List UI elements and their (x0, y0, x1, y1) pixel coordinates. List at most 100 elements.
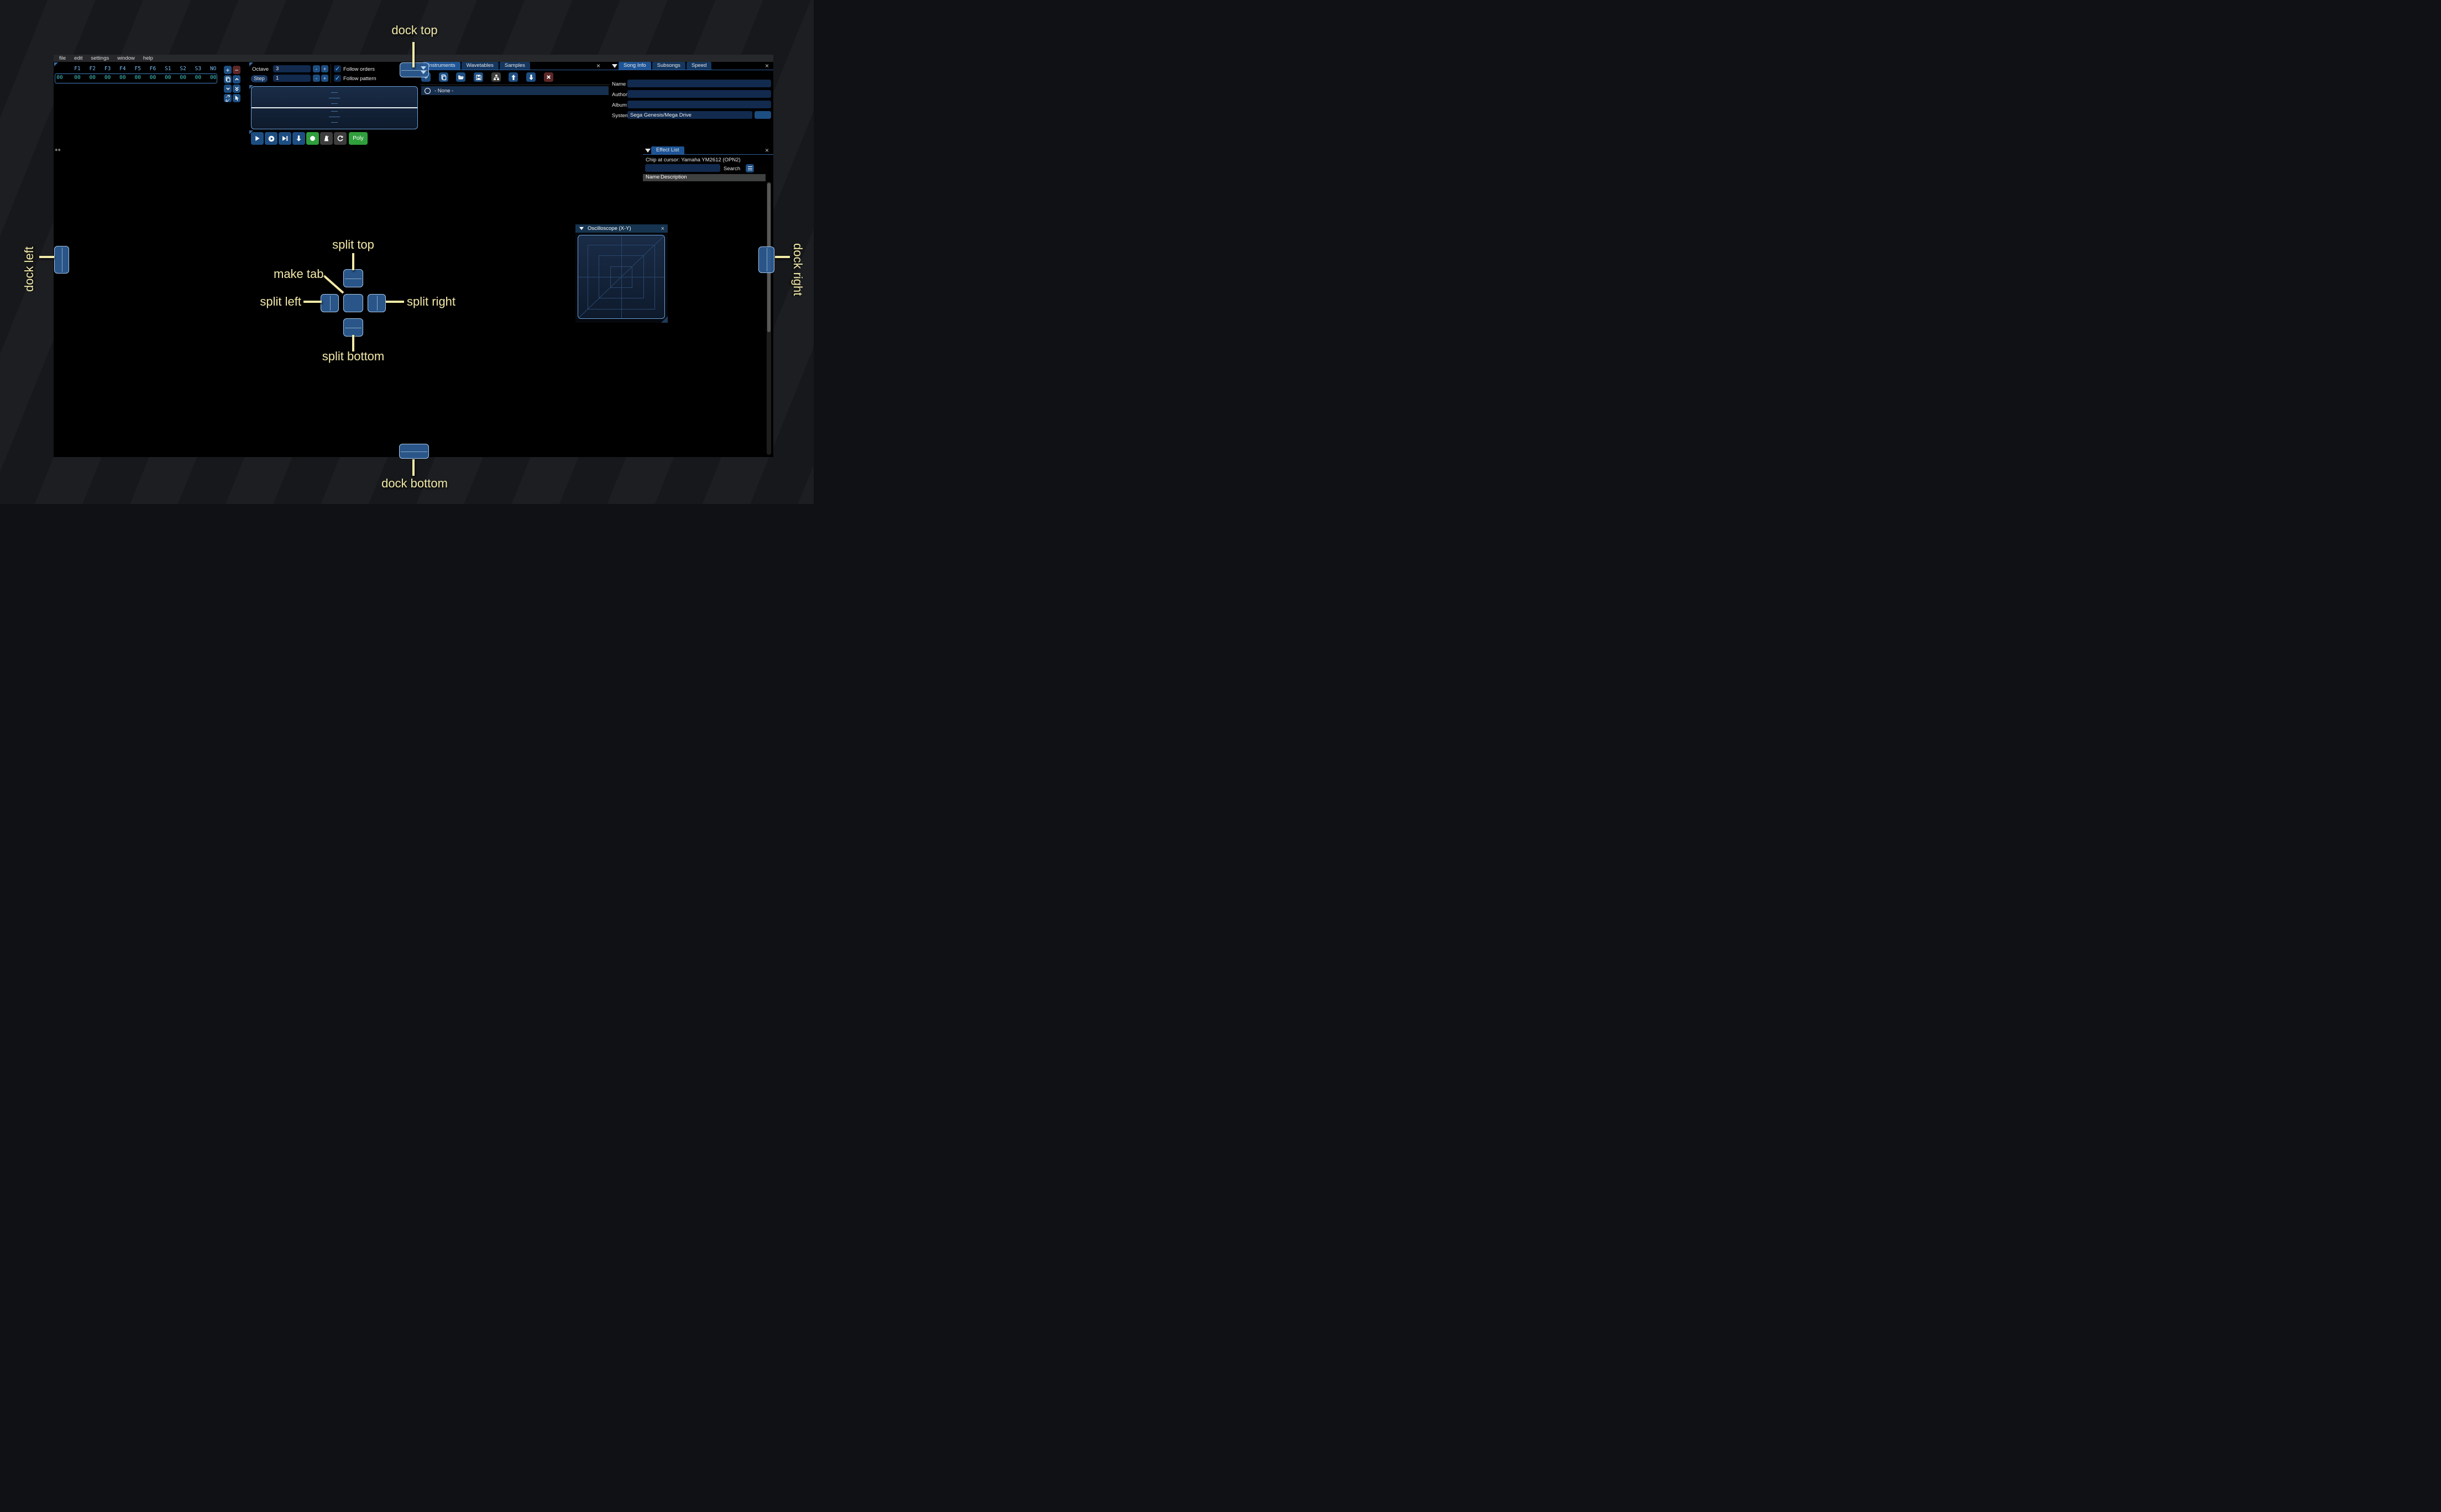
order-to-bottom-button[interactable] (233, 85, 240, 93)
octave-decrement-button[interactable]: - (313, 65, 320, 72)
tab-song-info[interactable]: Song Info (619, 62, 651, 70)
step-label[interactable]: Step (251, 75, 268, 82)
open-instrument-button[interactable] (456, 72, 465, 82)
step-decrement-button[interactable]: - (313, 75, 320, 82)
main-oscilloscope[interactable] (251, 86, 418, 129)
play-circle-icon (268, 135, 275, 143)
play-button[interactable] (251, 132, 264, 145)
instrument-list-item[interactable]: - None - (421, 86, 609, 95)
close-instruments-panel-button[interactable]: × (596, 62, 600, 69)
orders-column-NO: NO (209, 66, 217, 72)
close-effect-list-panel-button[interactable]: × (765, 147, 769, 154)
step-one-row-button[interactable] (292, 132, 305, 145)
edit-controls-panel: Octave 3 - + ✓ Follow orders Step 1 - + … (249, 62, 420, 146)
orders-column-F1: F1 (74, 66, 81, 72)
repeat-pattern-button[interactable] (334, 132, 347, 145)
tab-speed[interactable]: Speed (686, 62, 712, 70)
effect-list-menu-button[interactable] (746, 164, 754, 172)
tab-subsongs[interactable]: Subsongs (652, 62, 685, 70)
resize-grip[interactable] (661, 316, 668, 323)
menu-item-edit[interactable]: edit (74, 55, 82, 61)
menu-item-window[interactable]: window (117, 55, 135, 61)
arrow-down-icon (528, 74, 535, 81)
arrow-up-icon (510, 74, 517, 81)
play-from-cursor-button[interactable] (279, 132, 291, 145)
chip-at-cursor-text: Chip at cursor: Yamaha YM2612 (OPN2) (646, 157, 741, 163)
tab-wavetables[interactable]: Wavetables (461, 62, 499, 70)
field-label-system: System (612, 113, 630, 119)
collapse-icon[interactable] (579, 227, 584, 230)
tree-icon (493, 74, 500, 81)
effect-list-tab-bar: Effect List (651, 146, 684, 154)
annotation-line-dock-right (775, 256, 790, 258)
move-instrument-up-button[interactable] (509, 72, 518, 82)
close-oscilloscope-xy-button[interactable]: × (661, 225, 664, 232)
desktop-background: file edit settings window help F1 F2 F3 F4 F5 F6 S… (0, 0, 814, 504)
delete-instrument-button[interactable] (544, 72, 553, 82)
tab-effect-list[interactable]: Effect List (651, 146, 684, 154)
field-input-name[interactable] (627, 80, 771, 87)
effect-table-header[interactable]: Name Description (643, 174, 766, 181)
make-tab-target[interactable] (343, 294, 363, 312)
collapse-icon[interactable] (612, 64, 617, 68)
auto-system-button[interactable] (755, 111, 771, 119)
copy-icon (441, 74, 447, 81)
split-target-right[interactable] (368, 294, 386, 312)
duplicate-order-button[interactable] (224, 75, 232, 83)
order-selection-border (55, 74, 217, 83)
add-order-button[interactable]: + (224, 66, 232, 74)
menu-item-file[interactable]: file (59, 55, 66, 61)
folder-open-icon (458, 74, 464, 81)
effect-search-input[interactable] (645, 164, 720, 172)
deep-clone-order-button[interactable] (224, 94, 232, 102)
panel-corner-icon[interactable] (54, 62, 58, 66)
split-target-left[interactable] (321, 294, 339, 312)
step-increment-button[interactable]: + (321, 75, 328, 82)
song-info-panel: Song Info Subsongs Speed × Name Author Album… (610, 62, 773, 146)
oscilloscope-xy-titlebar[interactable]: Oscilloscope (X-Y) × (575, 224, 668, 233)
split-target-bottom[interactable] (343, 318, 363, 337)
dock-target-bottom[interactable] (399, 444, 429, 459)
oscilloscope-xy-window[interactable]: Oscilloscope (X-Y) × (575, 224, 668, 323)
remove-order-button[interactable]: − (233, 66, 240, 74)
field-input-album[interactable] (627, 101, 771, 108)
move-order-up-button[interactable] (233, 75, 240, 83)
save-instrument-button[interactable] (474, 72, 483, 82)
dock-target-left[interactable] (54, 246, 69, 274)
label-dock-top: dock top (391, 23, 438, 37)
field-input-system[interactable]: Sega Genesis/Mega Drive (627, 111, 752, 119)
follow-pattern-checkbox[interactable]: ✓ (334, 75, 341, 82)
move-instrument-down-button[interactable] (526, 72, 536, 82)
orders-column-S1: S1 (165, 66, 171, 72)
floppy-disk-icon (475, 74, 482, 81)
step-input[interactable]: 1 (273, 75, 311, 82)
label-dock-left: dock left (22, 246, 36, 292)
effect-list-scrollbar[interactable] (767, 182, 771, 455)
poly-mono-toggle-button[interactable]: Poly (349, 132, 368, 145)
play-pattern-button[interactable] (265, 132, 277, 145)
octave-increment-button[interactable]: + (321, 65, 328, 72)
panel-corner-icon[interactable] (249, 62, 253, 66)
move-order-down-button[interactable] (224, 85, 232, 93)
octave-input[interactable]: 3 (273, 65, 311, 72)
instrument-dir-tree-button[interactable] (491, 72, 501, 82)
hamburger-icon (747, 166, 752, 171)
menu-item-help[interactable]: help (143, 55, 153, 61)
duplicate-instrument-button[interactable] (439, 72, 448, 82)
annotation-line-split-top (352, 253, 354, 270)
collapse-icon[interactable] (645, 149, 651, 153)
annotation-line-split-left (303, 301, 322, 303)
metronome-button[interactable] (320, 132, 333, 145)
close-song-info-panel-button[interactable]: × (765, 62, 769, 69)
edit-record-toggle-button[interactable] (306, 132, 319, 145)
annotation-line-dock-top (412, 42, 415, 67)
dock-arrow-icon (421, 66, 426, 70)
menu-item-settings[interactable]: settings (91, 55, 109, 61)
tab-samples[interactable]: Samples (499, 62, 530, 70)
field-input-author[interactable] (627, 90, 771, 98)
order-edit-mode-button[interactable] (233, 94, 240, 102)
follow-orders-checkbox[interactable]: ✓ (334, 65, 341, 72)
dock-target-right[interactable] (758, 246, 774, 273)
orders-column-F5: F5 (134, 66, 141, 72)
pattern-expand-button[interactable]: ++ (55, 148, 61, 153)
